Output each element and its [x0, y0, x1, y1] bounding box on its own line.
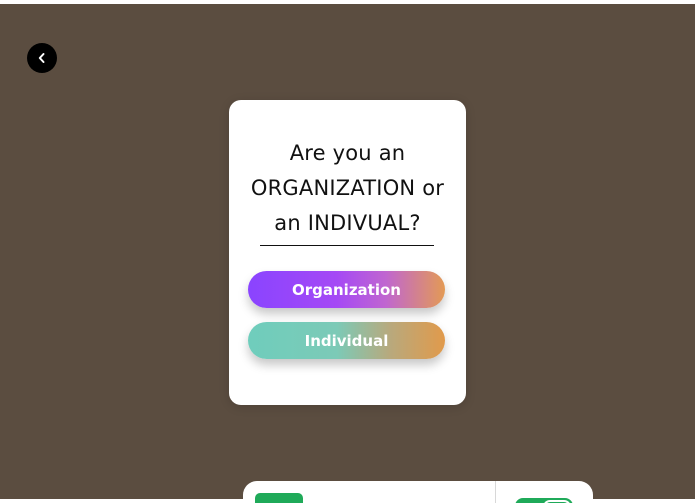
title-underline	[260, 245, 434, 246]
modal-title-line-1: Are you an	[289, 141, 406, 165]
individual-button-label: Individual	[304, 331, 389, 350]
modal-title-line-2: ORGANIZATION or	[250, 176, 445, 200]
panel-divider	[495, 481, 496, 503]
toggle-switch[interactable]	[515, 498, 573, 503]
organization-button[interactable]: Organization	[248, 271, 445, 308]
individual-button[interactable]: Individual	[248, 322, 445, 359]
green-app-tile[interactable]	[255, 493, 303, 503]
bottom-panel	[243, 481, 593, 503]
account-type-modal: Are you an ORGANIZATION or an INDIVUAL? …	[229, 100, 466, 405]
modal-title: Are you an ORGANIZATION or an INDIVUAL?	[229, 136, 466, 241]
modal-title-line-3: an INDIVUAL?	[274, 211, 421, 235]
back-button[interactable]	[27, 43, 57, 73]
organization-button-label: Organization	[292, 280, 401, 299]
chevron-left-icon	[36, 52, 48, 64]
screen: Are you an ORGANIZATION or an INDIVUAL? …	[0, 0, 700, 503]
